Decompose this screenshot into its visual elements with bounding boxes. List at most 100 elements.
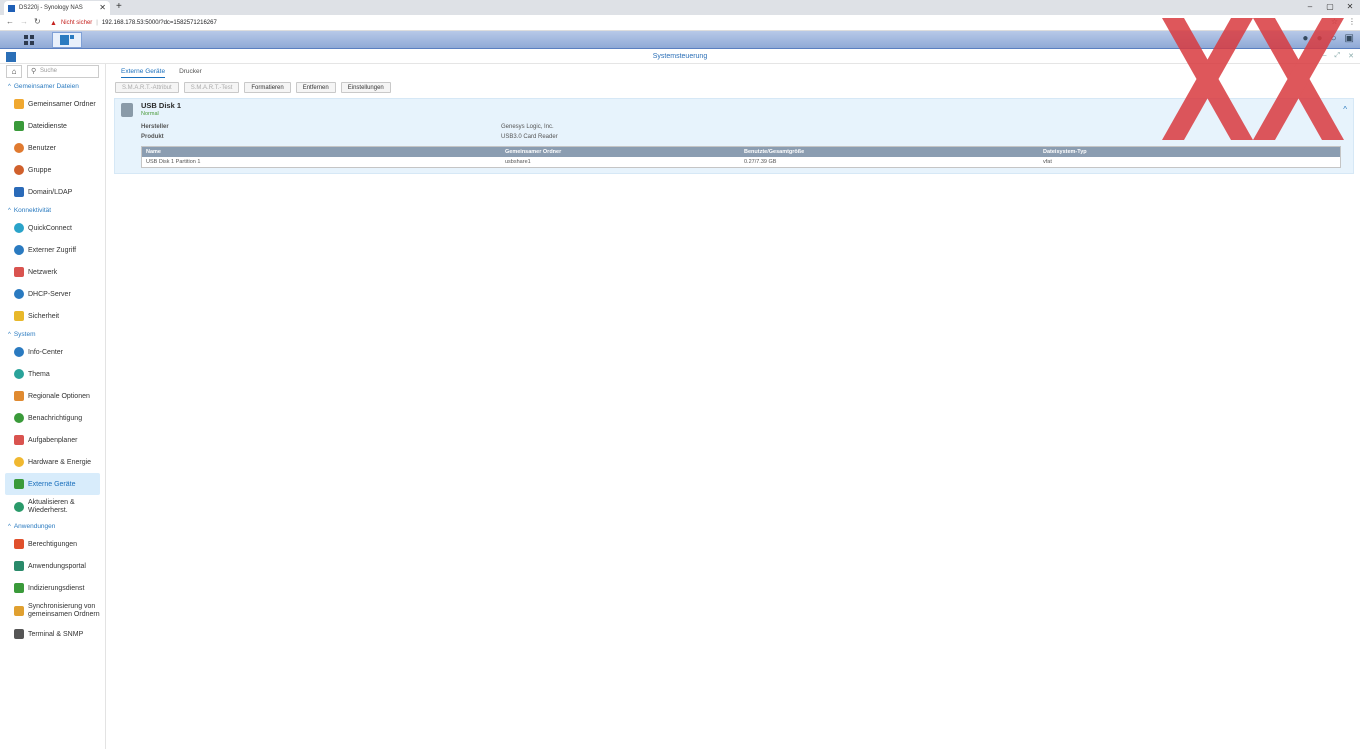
privileges-icon bbox=[14, 539, 24, 549]
sidebar-item-domain[interactable]: Domain/LDAP bbox=[5, 181, 100, 203]
format-button[interactable]: Formatieren bbox=[244, 82, 291, 93]
tab-printer[interactable]: Drucker bbox=[179, 66, 202, 78]
sidebar-item-dhcp[interactable]: DHCP-Server bbox=[5, 283, 100, 305]
sidebar-item-shared-folder[interactable]: Gemeinsamer Ordner bbox=[5, 93, 100, 115]
sidebar-item-quickconnect[interactable]: QuickConnect bbox=[5, 217, 100, 239]
search-icon[interactable]: ○ bbox=[1331, 33, 1337, 44]
sidebar-item-security[interactable]: Sicherheit bbox=[5, 305, 100, 327]
dsm-taskbar: ● ● ○ ▣ bbox=[0, 31, 1360, 49]
sidebar-item-theme[interactable]: Thema bbox=[5, 363, 100, 385]
sidebar-item-user[interactable]: Benutzer bbox=[5, 137, 100, 159]
sidebar-item-task-scheduler[interactable]: Aufgabenplaner bbox=[5, 429, 100, 451]
table-row[interactable]: USB Disk 1 Partition 1 usbshare1 0.27/7.… bbox=[142, 157, 1340, 167]
sidebar-item-terminal[interactable]: Terminal & SNMP bbox=[5, 623, 100, 645]
sidebar-item-privileges[interactable]: Berechtigungen bbox=[5, 533, 100, 555]
main-menu-icon[interactable] bbox=[14, 32, 44, 48]
sidebar-item-info-center[interactable]: Info-Center bbox=[5, 341, 100, 363]
theme-icon bbox=[14, 369, 24, 379]
tab-external-devices[interactable]: Externe Geräte bbox=[121, 66, 166, 78]
collapse-chevron-icon[interactable]: ^ bbox=[1343, 105, 1347, 114]
window-title: Systemsteuerung bbox=[652, 53, 708, 60]
device-name: USB Disk 1 bbox=[141, 101, 182, 110]
restore-icon[interactable]: ▢ bbox=[1320, 0, 1340, 14]
new-tab-button[interactable]: + bbox=[116, 1, 122, 12]
sidebar-item-group[interactable]: Gruppe bbox=[5, 159, 100, 181]
column-header-used-total[interactable]: Benutzte/Gesamtgröße bbox=[740, 147, 1039, 157]
shield-icon bbox=[14, 311, 24, 321]
star-icon[interactable]: ☆ bbox=[1331, 17, 1338, 26]
sidebar-item-external-devices[interactable]: Externe Geräte bbox=[5, 473, 100, 495]
settings-button[interactable]: Einstellungen bbox=[340, 82, 391, 93]
group-icon bbox=[14, 165, 24, 175]
minimize-icon[interactable]: – bbox=[1300, 0, 1320, 14]
cell-used-total: 0.27/7.39 GB bbox=[744, 159, 777, 165]
synology-favicon-icon bbox=[8, 4, 15, 12]
sidebar-item-notification[interactable]: Benachrichtigung bbox=[5, 407, 100, 429]
home-icon[interactable]: ⌂ bbox=[6, 65, 22, 78]
browser-menu-icon[interactable]: ⋮ bbox=[1348, 17, 1356, 26]
sidebar-item-network[interactable]: Netzwerk bbox=[5, 261, 100, 283]
window-title-controls: – ⤢ ✕ bbox=[1323, 52, 1354, 60]
user-icon bbox=[14, 143, 24, 153]
product-label: Produkt bbox=[141, 134, 164, 140]
address-bar-actions: ☆ ⋮ bbox=[1331, 17, 1356, 26]
reload-icon[interactable]: ↻ bbox=[34, 17, 41, 26]
column-header-shared-folder[interactable]: Gemeinsamer Ordner bbox=[501, 147, 740, 157]
user-icon[interactable]: ● bbox=[1316, 33, 1322, 44]
cell-name: USB Disk 1 Partition 1 bbox=[146, 159, 201, 165]
forward-icon[interactable]: → bbox=[20, 17, 28, 26]
widgets-icon[interactable]: ▣ bbox=[1345, 33, 1354, 44]
regional-icon bbox=[14, 391, 24, 401]
section-connectivity[interactable]: ^ Konnektivität bbox=[0, 204, 105, 217]
section-system[interactable]: ^ System bbox=[0, 328, 105, 341]
notification-icon[interactable]: ● bbox=[1302, 33, 1308, 44]
control-panel-taskbar-button[interactable] bbox=[52, 32, 82, 48]
indexing-icon bbox=[14, 583, 24, 593]
sidebar-item-external-access[interactable]: Externer Zugriff bbox=[5, 239, 100, 261]
sidebar-top: ⌂ ⚲ Suche bbox=[0, 65, 105, 79]
sync-icon bbox=[14, 606, 24, 616]
url-separator: | bbox=[96, 20, 98, 26]
sidebar-item-app-portal[interactable]: Anwendungsportal bbox=[5, 555, 100, 577]
manufacturer-label: Hersteller bbox=[141, 124, 169, 130]
toolbar: S.M.A.R.T.-Attribut S.M.A.R.T.-Test Form… bbox=[115, 82, 391, 93]
sidebar-item-file-services[interactable]: Dateidienste bbox=[5, 115, 100, 137]
search-input[interactable]: ⚲ Suche bbox=[27, 65, 99, 78]
url-text: 192.168.178.53:5000/?dc=1582571216267 bbox=[101, 20, 217, 26]
cell-filesystem: vfat bbox=[1043, 159, 1052, 165]
notification-icon bbox=[14, 413, 24, 423]
main-panel: Externe Geräte Drucker S.M.A.R.T.-Attrib… bbox=[107, 64, 1360, 749]
back-icon[interactable]: ← bbox=[6, 17, 14, 26]
browser-tab[interactable]: DS220j - Synology NAS ✕ bbox=[4, 1, 110, 15]
calendar-icon bbox=[14, 435, 24, 445]
table-header: Name Gemeinsamer Ordner Benutzte/Gesamtg… bbox=[142, 147, 1340, 157]
address-bar-row: ← → ↻ ▲ Nicht sicher | 192.168.178.53:50… bbox=[0, 15, 1360, 31]
warning-icon: ▲ bbox=[50, 19, 57, 27]
window-titlebar: Systemsteuerung – ⤢ ✕ bbox=[0, 50, 1360, 64]
close-icon[interactable]: ✕ bbox=[1340, 0, 1360, 14]
dsm-taskbar-tray: ● ● ○ ▣ bbox=[1302, 33, 1354, 44]
window-close-icon[interactable]: ✕ bbox=[1348, 52, 1354, 60]
globe-icon bbox=[14, 245, 24, 255]
folder-icon bbox=[14, 99, 24, 109]
url-field[interactable]: ▲ Nicht sicher | 192.168.178.53:5000/?dc… bbox=[50, 17, 217, 29]
section-applications[interactable]: ^ Anwendungen bbox=[0, 520, 105, 533]
sidebar-item-sync-shared-folders[interactable]: Synchronisierung von gemeinsamen Ordnern bbox=[5, 599, 100, 623]
tab-title: DS220j - Synology NAS bbox=[19, 5, 83, 11]
window-maximize-icon[interactable]: ⤢ bbox=[1335, 52, 1341, 60]
smart-attribute-button[interactable]: S.M.A.R.T.-Attribut bbox=[115, 82, 179, 93]
sidebar-item-regional[interactable]: Regionale Optionen bbox=[5, 385, 100, 407]
section-shared-files[interactable]: ^ Gemeinsamer Dateien bbox=[0, 80, 105, 93]
window-minimize-icon[interactable]: – bbox=[1323, 52, 1327, 60]
sidebar-item-hardware[interactable]: Hardware & Energie bbox=[5, 451, 100, 473]
sidebar-item-update-restore[interactable]: Aktualisieren & Wiederherst. bbox=[5, 495, 100, 519]
smart-test-button[interactable]: S.M.A.R.T.-Test bbox=[183, 82, 240, 93]
device-panel[interactable]: USB Disk 1 Normal ^ Hersteller Genesys L… bbox=[114, 98, 1354, 174]
tab-close-icon[interactable]: ✕ bbox=[99, 3, 106, 12]
sidebar-item-indexing[interactable]: Indizierungsdienst bbox=[5, 577, 100, 599]
column-header-filesystem[interactable]: Dateisystem-Typ bbox=[1039, 147, 1338, 157]
remove-button[interactable]: Entfernen bbox=[295, 82, 336, 93]
sidebar: ⌂ ⚲ Suche ^ Gemeinsamer Dateien Gemeinsam… bbox=[0, 64, 106, 749]
column-header-name[interactable]: Name bbox=[142, 147, 501, 157]
search-placeholder: Suche bbox=[40, 68, 58, 74]
